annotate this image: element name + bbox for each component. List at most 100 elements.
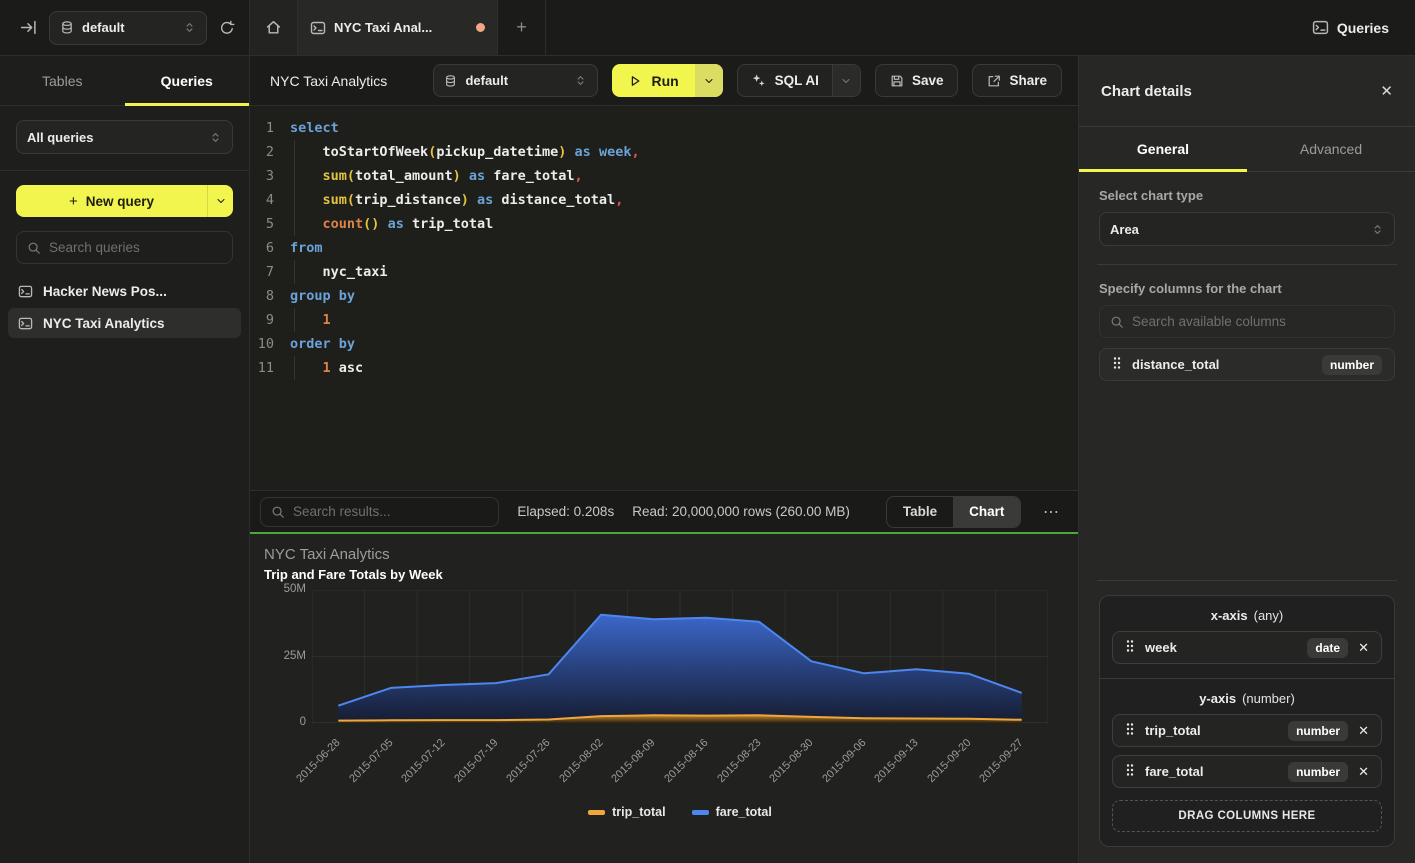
available-column-distance-total[interactable]: distance_total number [1099,348,1395,381]
y-axis-column-trip-total[interactable]: trip_total number ✕ [1112,714,1382,747]
x-tick-label: 2015-07-12 [399,737,447,785]
run-database-value: default [465,73,508,88]
editor-header: NYC Taxi Analytics default [250,56,1078,106]
sql-ai-label: SQL AI [775,73,819,88]
x-tick-label: 2015-09-06 [820,737,868,785]
sidebar: Tables Queries All queries + New query [0,56,250,863]
query-terminal-icon [310,20,326,36]
run-options-dropdown[interactable] [695,64,723,97]
legend-item-trip_total[interactable]: trip_total [588,805,665,819]
tab-tables[interactable]: Tables [0,56,125,105]
remove-column-icon[interactable]: ✕ [1358,764,1369,780]
line-number: 7 [250,260,290,284]
topbar-left: default [0,0,250,55]
topbar-right: Queries [1312,0,1415,55]
query-terminal-icon [18,316,33,331]
share-button-label: Share [1009,73,1047,88]
remove-column-icon[interactable]: ✕ [1358,723,1369,739]
sql-ai-button[interactable]: SQL AI [737,64,861,97]
chart-type-value: Area [1110,222,1139,237]
tab-advanced[interactable]: Advanced [1247,127,1415,171]
legend-swatch [588,810,605,815]
query-terminal-icon [1312,19,1329,36]
sql-ai-dropdown[interactable] [832,65,860,96]
share-button[interactable]: Share [972,64,1062,97]
line-number: 1 [250,116,290,140]
save-button[interactable]: Save [875,64,959,97]
chart-type-label: Select chart type [1099,188,1395,203]
line-number: 10 [250,332,290,356]
more-options-icon[interactable]: ⋯ [1039,502,1064,522]
x-tick-label: 2015-08-09 [610,737,658,785]
search-results-input[interactable]: Search results... [260,497,499,527]
chart-plot[interactable]: 025M50M [312,590,1048,723]
queries-button[interactable]: Queries [1312,19,1389,36]
panel-tabs: General Advanced [1079,127,1415,172]
line-number: 6 [250,236,290,260]
sidebar-collapse-icon[interactable] [20,19,37,36]
close-icon[interactable]: ✕ [1380,82,1393,100]
code-line: 6from [250,236,1078,260]
chart-title: NYC Taxi Analytics [262,546,1058,563]
tab-home[interactable] [250,0,298,55]
plus-icon: + [69,193,78,210]
query-list-item[interactable]: Hacker News Pos... [8,276,241,306]
new-query-button[interactable]: + New query [16,185,233,217]
run-database-select[interactable]: default [433,64,598,97]
chart-legend: trip_total fare_total [312,805,1048,819]
query-title: NYC Taxi Analytics [270,73,387,89]
x-tick-label: 2015-09-27 [978,737,1026,785]
query-filter-section: All queries [0,106,249,171]
new-query-dropdown[interactable] [207,185,233,217]
tab-general[interactable]: General [1079,127,1247,171]
search-icon [271,505,285,519]
y-axis-label: y-axis [1199,691,1236,706]
y-axis-column-fare-total[interactable]: fare_total number ✕ [1112,755,1382,788]
y-axis-labels: 025M50M [266,590,306,723]
chart-type-select[interactable]: Area [1099,212,1395,246]
drag-grip-icon [1125,639,1135,656]
columns-label: Specify columns for the chart [1099,281,1395,296]
database-icon [444,74,457,88]
sidebar-tabs: Tables Queries [0,56,249,106]
view-table-button[interactable]: Table [887,497,953,527]
refresh-icon[interactable] [219,20,235,36]
query-item-label: NYC Taxi Analytics [43,316,165,331]
chevron-updown-icon [1371,223,1384,236]
drag-columns-dropzone[interactable]: DRAG COLUMNS HERE [1112,800,1382,832]
legend-item-fare_total[interactable]: fare_total [692,805,772,819]
x-tick-label: 2015-07-05 [347,737,395,785]
tab-nyc-taxi-analytics[interactable]: NYC Taxi Anal... [298,0,498,55]
code-line: 9 1 [250,308,1078,332]
column-name: week [1145,640,1297,655]
x-tick-label: 2015-08-23 [715,737,763,785]
line-number: 4 [250,188,290,212]
y-axis-section: y-axis(number) trip_total number ✕ [1100,678,1394,846]
query-filter-select[interactable]: All queries [16,120,233,154]
y-tick-label: 0 [300,716,306,728]
x-tick-label: 2015-08-02 [557,737,605,785]
sql-editor[interactable]: 1select2 toStartOfWeek(pickup_datetime) … [250,106,1078,490]
new-tab-button[interactable]: + [498,0,546,55]
line-number: 3 [250,164,290,188]
run-button[interactable]: Run [612,64,722,97]
drag-grip-icon [1112,356,1122,373]
tab-queries[interactable]: Queries [125,56,250,105]
code-line: 3 sum(total_amount) as fare_total, [250,164,1078,188]
query-list-item-selected[interactable]: NYC Taxi Analytics [8,308,241,338]
search-columns-input[interactable]: Search available columns [1099,305,1395,338]
line-number: 9 [250,308,290,332]
x-axis-section: x-axis(any) week date ✕ [1100,596,1394,678]
x-axis-label: x-axis [1211,608,1248,623]
view-chart-button[interactable]: Chart [953,497,1020,527]
columns-section: Specify columns for the chart Search ava… [1079,265,1415,399]
code-line: 11 1 asc [250,356,1078,380]
search-icon [27,241,41,255]
x-axis-column-week[interactable]: week date ✕ [1112,631,1382,664]
topbar-database-select[interactable]: default [49,11,207,45]
panel-title: Chart details [1101,83,1192,100]
remove-column-icon[interactable]: ✕ [1358,640,1369,656]
app-window: default NYC Taxi Anal... [0,0,1415,863]
x-axis-labels: 2015-06-282015-07-052015-07-122015-07-19… [312,723,1048,805]
search-queries-input[interactable]: Search queries [16,231,233,264]
